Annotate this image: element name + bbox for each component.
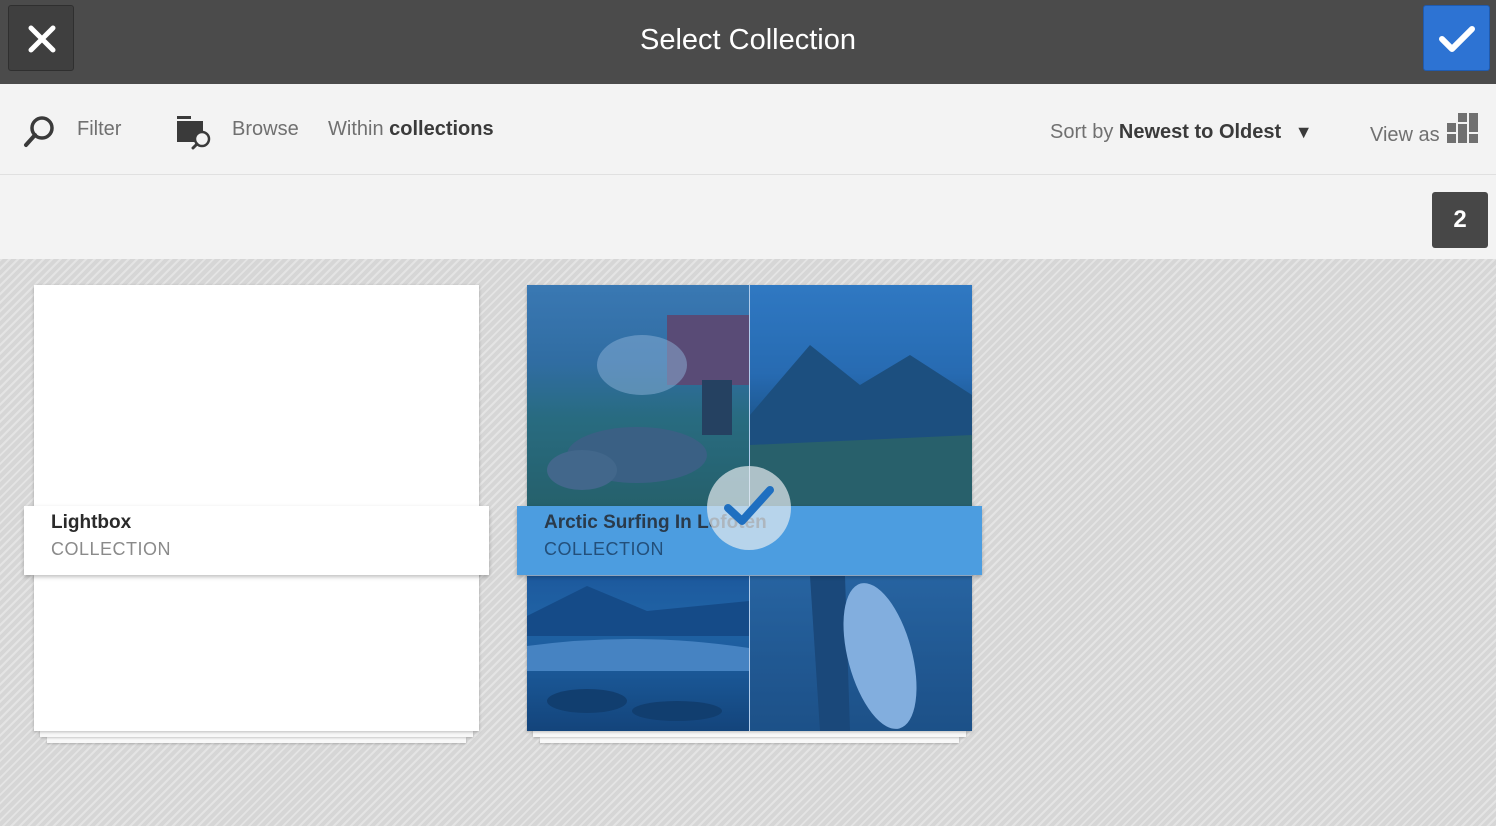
view-as-button[interactable]: View as bbox=[1370, 84, 1479, 175]
filter-button[interactable]: Filter bbox=[20, 84, 140, 175]
collection-type: COLLECTION bbox=[544, 539, 665, 559]
collection-type: COLLECTION bbox=[51, 539, 172, 559]
checkmark-icon bbox=[1439, 26, 1475, 52]
card-stack-shadow bbox=[533, 731, 966, 737]
card-stack-shadow bbox=[47, 737, 466, 743]
browse-button[interactable]: Browse bbox=[175, 84, 310, 175]
selected-check-icon bbox=[707, 466, 791, 550]
collection-card-arctic-surfing[interactable]: Arctic Surfing In Lofoten COLLECTION bbox=[517, 285, 982, 743]
within-value: collections bbox=[389, 118, 494, 140]
card-view-icon bbox=[1447, 113, 1479, 143]
toolbar: Filter Browse Within collections Sort by… bbox=[0, 84, 1496, 175]
collection-name: Lightbox bbox=[51, 512, 132, 533]
collection-grid: Lightbox COLLECTION Arctic Surfing In Lo… bbox=[0, 259, 1496, 826]
card-label: Lightbox COLLECTION bbox=[24, 506, 489, 575]
card-stack-shadow bbox=[40, 731, 473, 737]
selection-count-badge: 2 bbox=[1432, 192, 1488, 248]
caret-down-icon: ▼ bbox=[1294, 122, 1313, 142]
card-stack-shadow bbox=[540, 737, 959, 743]
top-bar: Select Collection bbox=[0, 0, 1496, 84]
selection-bar: 2 bbox=[0, 175, 1496, 259]
browse-label: Browse bbox=[232, 118, 299, 140]
sort-prefix: Sort by bbox=[1050, 121, 1114, 143]
search-icon bbox=[24, 116, 54, 147]
view-as-label: View as bbox=[1370, 124, 1440, 146]
confirm-button[interactable] bbox=[1423, 5, 1490, 71]
within-prefix: Within bbox=[328, 118, 384, 140]
within-scope: Within collections bbox=[328, 84, 494, 175]
folder-search-icon bbox=[177, 116, 211, 150]
filter-label: Filter bbox=[77, 118, 122, 140]
sort-value: Newest to Oldest bbox=[1118, 121, 1282, 143]
sort-dropdown[interactable]: Sort by Newest to Oldest ▼ bbox=[1050, 84, 1313, 175]
collection-card-lightbox[interactable]: Lightbox COLLECTION bbox=[24, 285, 489, 743]
dialog-title: Select Collection bbox=[640, 24, 856, 56]
